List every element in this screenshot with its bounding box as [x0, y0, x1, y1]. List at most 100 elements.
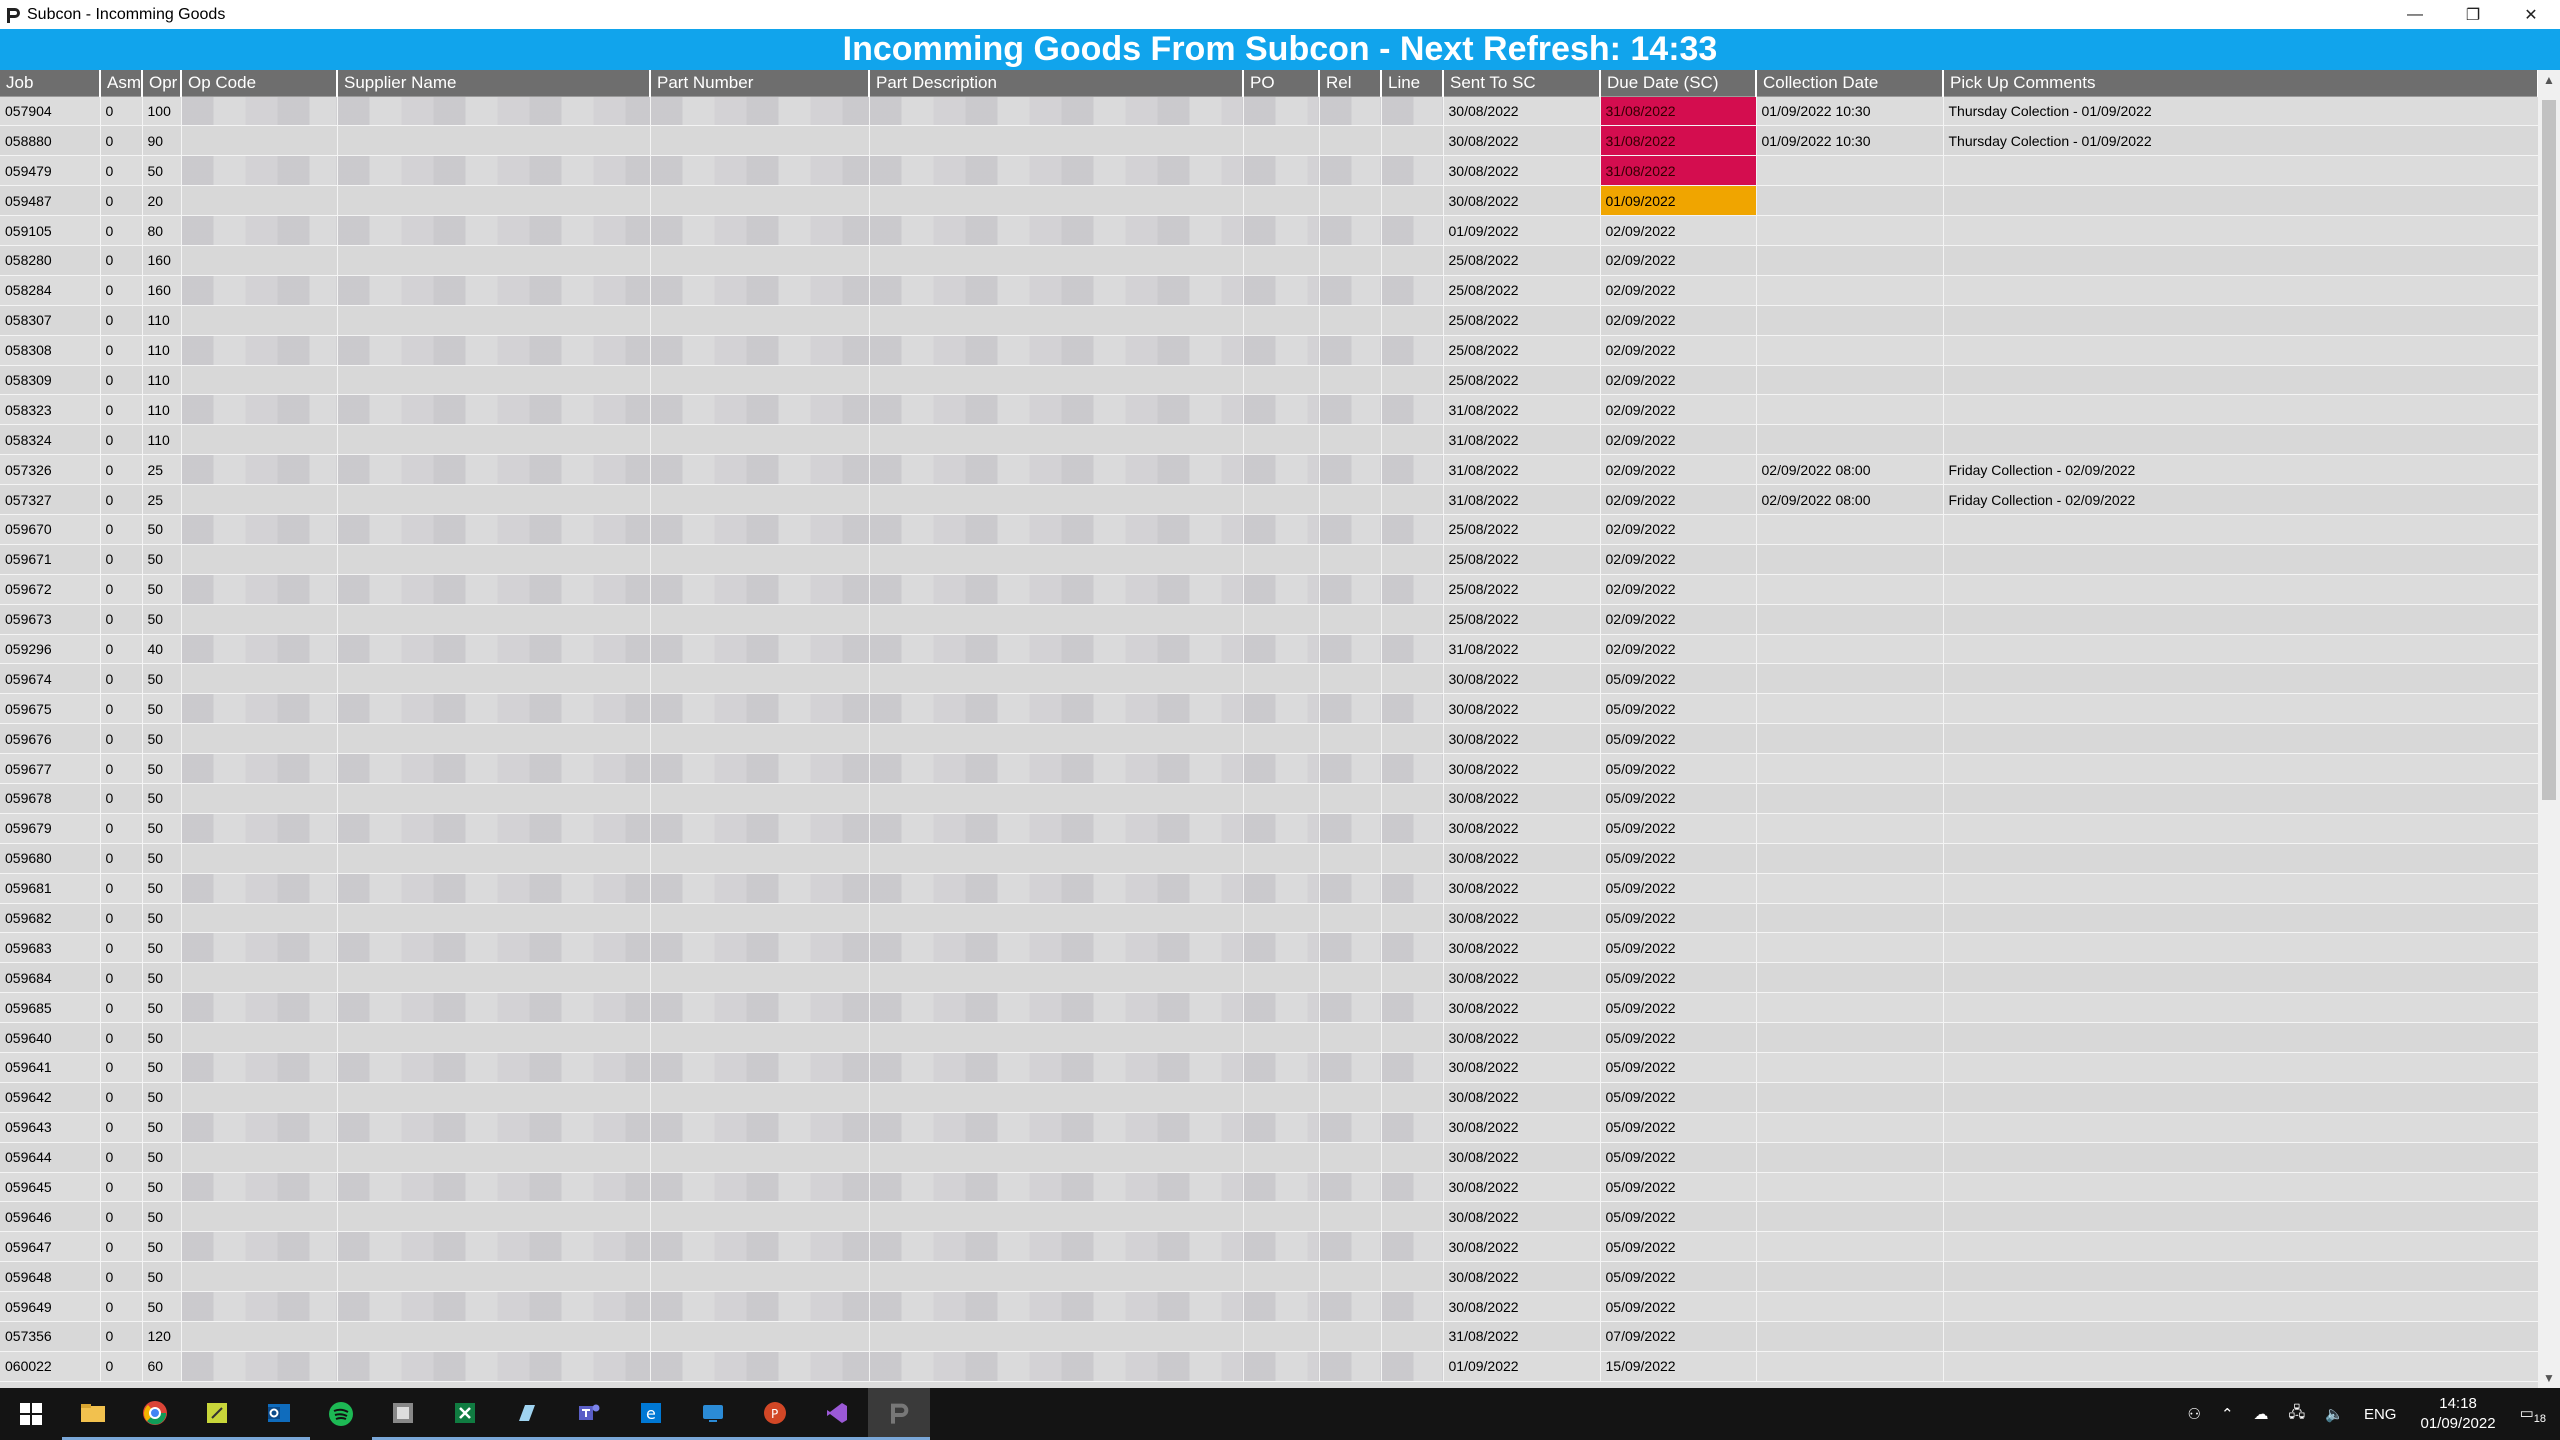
table-row[interactable]: 059677 0 50 30/08/2022 05/09/2022 [0, 753, 2538, 784]
cell-part-number [650, 634, 870, 665]
table-row[interactable]: 059679 0 50 30/08/2022 05/09/2022 [0, 813, 2538, 844]
table-row[interactable]: 057356 0 120 31/08/2022 07/09/2022 [0, 1321, 2538, 1352]
table-row[interactable]: 059648 0 50 30/08/2022 05/09/2022 [0, 1261, 2538, 1293]
app-icon[interactable] [372, 1388, 434, 1440]
table-row[interactable]: 057327 0 25 31/08/2022 02/09/2022 02/09/2022 … [0, 484, 2538, 515]
table-row[interactable]: 058309 0 110 25/08/2022 02/09/2022 [0, 365, 2538, 396]
network-icon[interactable]: 🖧 [2289, 1402, 2306, 1427]
table-row[interactable]: 059685 0 50 30/08/2022 05/09/2022 [0, 992, 2538, 1024]
table-row[interactable]: 059640 0 50 30/08/2022 05/09/2022 [0, 1022, 2538, 1053]
vertical-scrollbar[interactable]: ▲ ▼ [2538, 70, 2560, 1388]
table-row[interactable]: 059645 0 50 30/08/2022 05/09/2022 [0, 1172, 2538, 1203]
column-header-asm[interactable]: Asm [100, 70, 143, 97]
cell-due-date: 31/08/2022 [1600, 96, 1757, 127]
table-row[interactable]: 059675 0 50 30/08/2022 05/09/2022 [0, 693, 2538, 725]
table-row[interactable]: 059296 0 40 31/08/2022 02/09/2022 [0, 634, 2538, 665]
column-header-opr[interactable]: Opr [142, 70, 182, 97]
file-explorer-icon[interactable] [62, 1388, 124, 1440]
chrome-icon[interactable] [124, 1388, 186, 1440]
table-row[interactable]: 058323 0 110 31/08/2022 02/09/2022 [0, 394, 2538, 426]
volume-icon[interactable]: 🔈 [2325, 1405, 2344, 1423]
restore-button[interactable]: ❐ [2444, 0, 2502, 29]
notification-center-icon[interactable]: ▭18 [2520, 1404, 2546, 1425]
table-row[interactable]: 058307 0 110 25/08/2022 02/09/2022 [0, 305, 2538, 336]
table-row[interactable]: 060022 0 60 01/09/2022 15/09/2022 [0, 1351, 2538, 1382]
scroll-thumb[interactable] [2542, 100, 2556, 800]
table-row[interactable]: 058308 0 110 25/08/2022 02/09/2022 [0, 335, 2538, 366]
table-row[interactable]: 059678 0 50 30/08/2022 05/09/2022 [0, 783, 2538, 814]
column-header-part-description[interactable]: Part Description [869, 70, 1244, 97]
cell-collection-date [1756, 155, 1944, 187]
table-row[interactable]: 059676 0 50 30/08/2022 05/09/2022 [0, 723, 2538, 755]
table-row[interactable]: 058280 0 160 25/08/2022 02/09/2022 [0, 245, 2538, 276]
column-header-collection-date[interactable]: Collection Date [1756, 70, 1944, 97]
remote-desktop-icon[interactable] [682, 1388, 744, 1440]
column-header-line[interactable]: Line [1381, 70, 1444, 97]
table-row[interactable]: 059680 0 50 30/08/2022 05/09/2022 [0, 843, 2538, 874]
column-header-pick-up-comments[interactable]: Pick Up Comments [1943, 70, 2538, 97]
table-row[interactable]: 059673 0 50 25/08/2022 02/09/2022 [0, 604, 2538, 635]
spotify-icon[interactable] [310, 1388, 372, 1440]
table-row[interactable]: 059671 0 50 25/08/2022 02/09/2022 [0, 544, 2538, 575]
table-row[interactable]: 058324 0 110 31/08/2022 02/09/2022 [0, 424, 2538, 456]
cell-due-date: 02/09/2022 [1600, 335, 1757, 366]
table-row[interactable]: 059105 0 80 01/09/2022 02/09/2022 [0, 215, 2538, 246]
cell-line [1381, 873, 1444, 904]
onedrive-icon[interactable]: ☁ [2254, 1405, 2269, 1423]
table-row[interactable]: 057326 0 25 31/08/2022 02/09/2022 02/09/2022 … [0, 454, 2538, 486]
column-header-po[interactable]: PO [1243, 70, 1320, 97]
table-row[interactable]: 059641 0 50 30/08/2022 05/09/2022 [0, 1052, 2538, 1083]
table-row[interactable]: 059670 0 50 25/08/2022 02/09/2022 [0, 514, 2538, 545]
windows-start-icon[interactable] [0, 1388, 62, 1440]
column-header-job[interactable]: Job [0, 70, 101, 97]
table-row[interactable]: 059683 0 50 30/08/2022 05/09/2022 [0, 932, 2538, 964]
minimize-button[interactable]: — [2386, 0, 2444, 29]
subcon-app-icon[interactable] [868, 1388, 930, 1440]
column-header-supplier-name[interactable]: Supplier Name [337, 70, 651, 97]
table-row[interactable]: 059644 0 50 30/08/2022 05/09/2022 [0, 1142, 2538, 1173]
table-row[interactable]: 059646 0 50 30/08/2022 05/09/2022 [0, 1201, 2538, 1233]
cell-part-description [869, 1082, 1244, 1113]
people-icon[interactable]: ⚇ [2188, 1405, 2201, 1423]
table-row[interactable]: 057904 0 100 30/08/2022 31/08/2022 01/09/2022… [0, 96, 2538, 127]
table-row[interactable]: 059479 0 50 30/08/2022 31/08/2022 [0, 155, 2538, 187]
table-row[interactable]: 059643 0 50 30/08/2022 05/09/2022 [0, 1112, 2538, 1143]
table-row[interactable]: 058284 0 160 25/08/2022 02/09/2022 [0, 275, 2538, 306]
visual-studio-icon[interactable] [806, 1388, 868, 1440]
table-row[interactable]: 059684 0 50 30/08/2022 05/09/2022 [0, 962, 2538, 994]
system-clock[interactable]: 14:18 01/09/2022 [2420, 1394, 2495, 1434]
table-row[interactable]: 058880 0 90 30/08/2022 31/08/2022 01/09/2022 … [0, 125, 2538, 157]
language-indicator[interactable]: ENG [2364, 1406, 2397, 1423]
cell-job: 059646 [0, 1201, 101, 1233]
excel-icon[interactable] [434, 1388, 496, 1440]
table-row[interactable]: 059672 0 50 25/08/2022 02/09/2022 [0, 574, 2538, 605]
close-button[interactable]: ✕ [2502, 0, 2560, 29]
table-row[interactable]: 059647 0 50 30/08/2022 05/09/2022 [0, 1231, 2538, 1263]
edge-icon[interactable]: e [620, 1388, 682, 1440]
cell-op-code [181, 155, 338, 187]
sticky-notes-icon[interactable] [186, 1388, 248, 1440]
cell-sent-to-sc: 30/08/2022 [1443, 992, 1601, 1024]
column-header-op-code[interactable]: Op Code [181, 70, 338, 97]
table-row[interactable]: 059682 0 50 30/08/2022 05/09/2022 [0, 903, 2538, 934]
column-header-sent-to-sc[interactable]: Sent To SC [1443, 70, 1601, 97]
teams-icon[interactable] [558, 1388, 620, 1440]
incoming-goods-grid[interactable]: Job Asm Opr Op Code Supplier Name Part Number… [0, 70, 2538, 1388]
notepad-icon[interactable] [496, 1388, 558, 1440]
outlook-icon[interactable] [248, 1388, 310, 1440]
cell-pickup-comments [1943, 1231, 2538, 1263]
cell-po [1243, 1142, 1320, 1173]
table-row[interactable]: 059674 0 50 30/08/2022 05/09/2022 [0, 663, 2538, 695]
scroll-up-icon[interactable]: ▲ [2538, 70, 2560, 90]
powerpoint-icon[interactable]: P [744, 1388, 806, 1440]
chevron-up-icon[interactable]: ⌃ [2221, 1405, 2234, 1423]
column-header-part-number[interactable]: Part Number [650, 70, 870, 97]
column-header-rel[interactable]: Rel [1319, 70, 1382, 97]
table-row[interactable]: 059681 0 50 30/08/2022 05/09/2022 [0, 873, 2538, 904]
table-row[interactable]: 059487 0 20 30/08/2022 01/09/2022 [0, 185, 2538, 217]
cell-opr: 50 [142, 155, 182, 187]
table-row[interactable]: 059649 0 50 30/08/2022 05/09/2022 [0, 1291, 2538, 1323]
column-header-due-date-sc[interactable]: Due Date (SC) [1600, 70, 1757, 97]
scroll-down-icon[interactable]: ▼ [2538, 1368, 2560, 1388]
table-row[interactable]: 059642 0 50 30/08/2022 05/09/2022 [0, 1082, 2538, 1113]
